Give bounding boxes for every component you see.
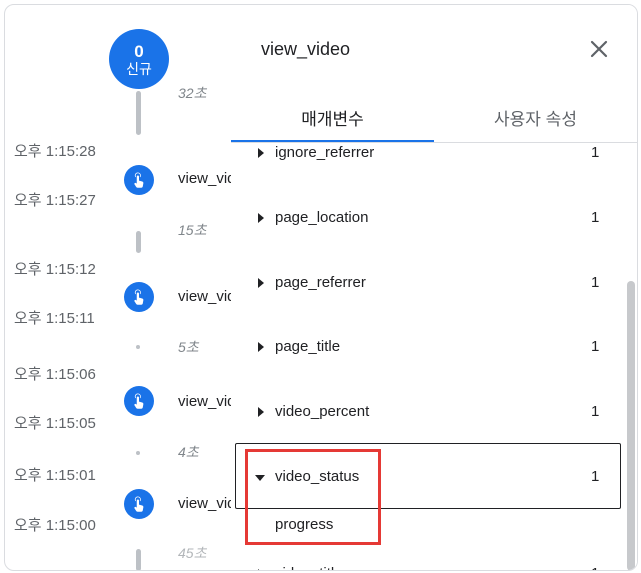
caret-right-icon [258, 407, 264, 417]
event-time: 오후 1:15:00 [14, 517, 96, 534]
caret-right-icon [258, 342, 264, 352]
timeline-segment [136, 549, 141, 570]
touch-icon [134, 289, 144, 305]
event-time: 오후 1:15:11 [14, 310, 95, 327]
duration-label: 15초 [178, 222, 207, 238]
param-count: 1 [591, 338, 600, 355]
touch-icon [134, 496, 144, 512]
new-label: 신규 [126, 60, 152, 77]
param-name: page_location [275, 209, 369, 226]
caret-right-icon [258, 213, 264, 223]
caret-right-icon [258, 278, 264, 288]
param-row-page-referrer[interactable]: page_referrer 1 [231, 267, 623, 303]
event-icon[interactable] [124, 282, 154, 312]
event-icon[interactable] [124, 489, 154, 519]
parameter-list: ignore_referrer 1 page_location 1 page_r… [231, 143, 637, 570]
event-time: 오후 1:15:01 [14, 467, 96, 484]
param-count: 1 [591, 274, 600, 291]
param-count: 1 [591, 403, 600, 420]
event-stream-card: 0 신규 32초 오후 1:15:28 view_video 오후 1:15:2… [4, 4, 638, 571]
tab-parameters[interactable]: 매개변수 [231, 105, 434, 142]
event-name[interactable]: view_video [178, 393, 235, 410]
duration-label: 32초 [178, 85, 207, 101]
event-name[interactable]: view_video [178, 495, 235, 512]
param-row-page-location[interactable]: page_location 1 [231, 202, 623, 238]
param-count: 1 [591, 468, 600, 485]
caret-right-icon [258, 148, 264, 158]
event-name[interactable]: view_video [178, 288, 235, 305]
timeline-dot [136, 345, 140, 349]
new-users-badge: 0 신규 [109, 29, 169, 89]
param-row-page-title[interactable]: page_title 1 [231, 331, 623, 367]
param-count: 1 [591, 144, 600, 161]
param-name: page_referrer [275, 274, 366, 291]
event-time: 오후 1:15:12 [14, 261, 96, 278]
close-icon [590, 40, 608, 58]
event-time: 오후 1:15:28 [14, 143, 96, 160]
highlight-box [245, 449, 381, 545]
panel-tabs: 매개변수 사용자 속성 [231, 105, 637, 143]
scrollbar[interactable] [627, 281, 635, 570]
param-name: ignore_referrer [275, 144, 375, 161]
param-count: 1 [591, 565, 599, 570]
param-name: page_title [275, 338, 341, 355]
param-count: 1 [591, 209, 600, 226]
event-name[interactable]: view_video [178, 170, 235, 187]
tab-user-properties[interactable]: 사용자 속성 [434, 105, 637, 140]
timeline-dot [136, 451, 140, 455]
param-row-ignore-referrer[interactable]: ignore_referrer 1 [231, 143, 623, 173]
event-icon[interactable] [124, 165, 154, 195]
timeline-segment [136, 91, 141, 135]
event-timeline: 0 신규 32초 오후 1:15:28 view_video 오후 1:15:2… [5, 5, 235, 570]
duration-label: 45초 [178, 545, 207, 561]
new-count: 0 [134, 41, 144, 61]
event-time: 오후 1:15:27 [14, 192, 96, 209]
close-button[interactable] [585, 35, 613, 63]
param-name: video_title [275, 565, 343, 570]
touch-icon [134, 393, 144, 409]
event-time: 오후 1:15:06 [14, 366, 96, 383]
duration-label: 4초 [178, 444, 199, 460]
touch-icon [134, 172, 144, 188]
duration-label: 5초 [178, 339, 199, 355]
panel-title: view_video [261, 39, 351, 59]
caret-right-icon [258, 569, 264, 570]
param-row-video-title[interactable]: video_title 1 [231, 558, 623, 570]
param-name: video_percent [275, 403, 370, 420]
event-time: 오후 1:15:05 [14, 415, 96, 432]
event-icon[interactable] [124, 386, 154, 416]
param-row-video-percent[interactable]: video_percent 1 [231, 396, 623, 432]
timeline-segment [136, 231, 141, 253]
event-detail-panel: view_video 매개변수 사용자 속성 ignore_referrer 1… [231, 5, 637, 570]
